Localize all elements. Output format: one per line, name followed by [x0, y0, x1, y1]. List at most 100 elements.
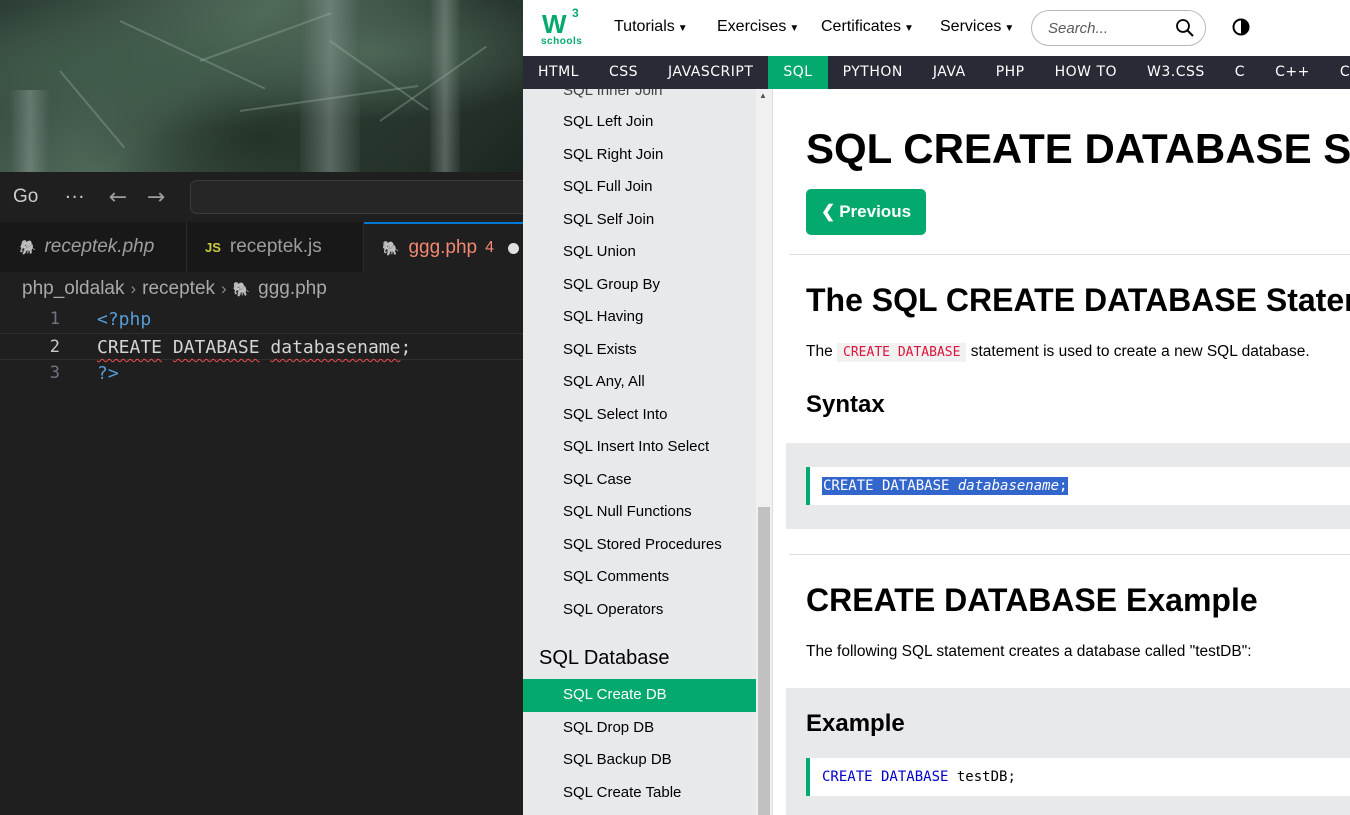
code-editor[interactable]: 1 <?php 2 CREATE DATABASE databasename; … — [0, 306, 523, 815]
lang-css[interactable]: CSS — [594, 56, 653, 89]
go-menu[interactable]: Go — [13, 186, 53, 208]
lang-html[interactable]: HTML — [523, 56, 594, 89]
tab-receptek-js[interactable]: JS receptek.js — [187, 222, 364, 272]
lang-c[interactable]: C — [1220, 56, 1260, 89]
lang-javascript[interactable]: JAVASCRIPT — [653, 56, 768, 89]
lang-python[interactable]: PYTHON — [828, 56, 918, 89]
w3schools-logo[interactable]: W 3 schools — [540, 6, 584, 48]
example-heading: Example — [806, 710, 905, 737]
menu-exercises[interactable]: Exercises ▼ — [717, 18, 799, 36]
code-line[interactable]: 3 ?> — [0, 360, 523, 387]
sidebar-item-sql-stored-procedures[interactable]: SQL Stored Procedures — [523, 529, 772, 562]
paragraph-text: statement is used to create a new SQL da… — [970, 343, 1310, 360]
chevron-left-icon: ❮ — [820, 202, 836, 221]
contrast-toggle-icon[interactable] — [1232, 18, 1250, 36]
sidebar-item-sql-having[interactable]: SQL Having — [523, 301, 772, 334]
sidebar-item-sql-drop-db[interactable]: SQL Drop DB — [523, 712, 772, 745]
line-number: 1 — [49, 309, 60, 329]
search-input[interactable] — [1048, 19, 1168, 37]
code-token: CREATE — [97, 337, 163, 358]
code-text: <?php — [97, 309, 152, 330]
more-menu-icon[interactable]: ··· — [65, 187, 99, 208]
code-text-error: CREATE DATABASE databasename; — [97, 334, 411, 359]
previous-button[interactable]: ❮ Previous — [806, 189, 926, 235]
sidebar-item-sql-insert-into-select[interactable]: SQL Insert Into Select — [523, 431, 772, 464]
top-navigation: W 3 schools Tutorials ▼ Exercises ▼ Certif… — [523, 0, 1350, 56]
php-elephant-icon: 🐘 — [18, 238, 36, 255]
sidebar-item-sql-create-table[interactable]: SQL Create Table — [523, 777, 772, 810]
menu-certificates[interactable]: Certificates ▼ — [821, 18, 914, 36]
line-number: 3 — [49, 363, 60, 383]
sidebar-item-sql-comments[interactable]: SQL Comments — [523, 561, 772, 594]
menu-label: Services — [940, 18, 1002, 35]
breadcrumb-file[interactable]: ggg.php — [258, 278, 327, 300]
language-navbar: HTML CSS JAVASCRIPT SQL PYTHON JAVA PHP … — [523, 56, 1350, 89]
sidebar-item-sql-backup-db[interactable]: SQL Backup DB — [523, 744, 772, 777]
js-icon: JS — [205, 239, 221, 255]
logo-schools: schools — [541, 36, 583, 47]
breadcrumb-folder[interactable]: receptek — [142, 278, 215, 300]
php-elephant-icon: 🐘 — [232, 280, 251, 297]
breadcrumb-folder[interactable]: php_oldalak — [22, 278, 124, 300]
code-line-current[interactable]: 2 CREATE DATABASE databasename; — [0, 333, 523, 360]
menu-services[interactable]: Services ▼ — [940, 18, 1014, 36]
sidebar-item-sql-inner-join[interactable]: SQL Inner Join — [523, 89, 772, 106]
sidebar-item-sql-null-functions[interactable]: SQL Null Functions — [523, 496, 772, 529]
sidebar-item-sql-any-all[interactable]: SQL Any, All — [523, 366, 772, 399]
scroll-up-arrow-icon[interactable]: ▲ — [759, 91, 767, 100]
sidebar-item-sql-operators[interactable]: SQL Operators — [523, 594, 772, 627]
sidebar-item-sql-exists[interactable]: SQL Exists — [523, 334, 772, 367]
lang-w3css[interactable]: W3.CSS — [1132, 56, 1220, 89]
menu-label: Tutorials — [614, 18, 675, 35]
main-content: SQL CREATE DATABASE Statement ❮ Previous… — [772, 89, 1350, 815]
code-keyword: CREATE DATABASE — [822, 769, 949, 785]
sidebar-item-sql-right-join[interactable]: SQL Right Join — [523, 139, 772, 172]
paragraph-text: The — [806, 343, 833, 360]
section-heading: The SQL CREATE DATABASE Statement — [806, 282, 1350, 318]
command-center-search[interactable] — [190, 180, 523, 214]
inline-code: CREATE DATABASE — [837, 343, 967, 362]
sidebar-item-sql-full-join[interactable]: SQL Full Join — [523, 171, 772, 204]
sidebar-item-sql-case[interactable]: SQL Case — [523, 464, 772, 497]
tab-receptek-php[interactable]: 🐘 receptek.php — [0, 222, 187, 272]
tab-ggg-php[interactable]: 🐘 ggg.php 4 — [364, 222, 523, 272]
code-line[interactable]: 1 <?php — [0, 306, 523, 333]
menu-label: Certificates — [821, 18, 902, 35]
lang-php[interactable]: PHP — [981, 56, 1040, 89]
sidebar-item-sql-group-by[interactable]: SQL Group By — [523, 269, 772, 302]
lang-howto[interactable]: HOW TO — [1040, 56, 1132, 89]
code-text: testDB; — [956, 769, 1016, 785]
sidebar-section-heading: SQL Database — [539, 647, 670, 669]
sidebar-item-sql-left-join[interactable]: SQL Left Join — [523, 106, 772, 139]
sidebar-item-sql-create-db[interactable]: SQL Create DB — [523, 679, 772, 712]
lang-cpp[interactable]: C++ — [1260, 56, 1325, 89]
scrollbar-thumb[interactable] — [758, 507, 770, 815]
unsaved-dot-icon[interactable] — [508, 242, 520, 254]
search-box[interactable] — [1031, 10, 1206, 46]
lang-java[interactable]: JAVA — [918, 56, 981, 89]
back-arrow-icon[interactable]: ← — [99, 185, 137, 210]
syntax-code-box[interactable]: CREATE DATABASE databasename; — [806, 467, 1350, 505]
sidebar-scrollbar[interactable]: ▲ — [756, 89, 772, 815]
sql-sidebar: SQL Inner Join SQL Left Join SQL Right Joi… — [523, 89, 772, 815]
code-punct: ; — [1059, 478, 1068, 494]
code-token: databasename — [270, 337, 401, 358]
lang-sql[interactable]: SQL — [768, 56, 828, 89]
caret-down-icon: ▼ — [677, 23, 688, 34]
sidebar-item-sql-select-into[interactable]: SQL Select Into — [523, 399, 772, 432]
sidebar-item-sql-union[interactable]: SQL Union — [523, 236, 772, 269]
tab-label: receptek.js — [229, 236, 322, 257]
lang-csharp[interactable]: C# — [1325, 56, 1350, 89]
caret-down-icon: ▼ — [789, 23, 800, 34]
sidebar-item-sql-self-join[interactable]: SQL Self Join — [523, 204, 772, 237]
code-argument: databasename — [957, 478, 1060, 494]
page-title: SQL CREATE DATABASE Statement — [806, 125, 1350, 172]
editor-titlebar: Go ··· ← → — [0, 172, 523, 222]
forward-arrow-icon[interactable]: → — [137, 185, 175, 210]
example-code-box[interactable]: CREATE DATABASE testDB; — [806, 758, 1350, 796]
logo-superscript: 3 — [572, 6, 579, 20]
menu-label: Exercises — [717, 18, 787, 35]
search-icon[interactable] — [1175, 18, 1195, 38]
menu-tutorials[interactable]: Tutorials ▼ — [614, 18, 688, 36]
